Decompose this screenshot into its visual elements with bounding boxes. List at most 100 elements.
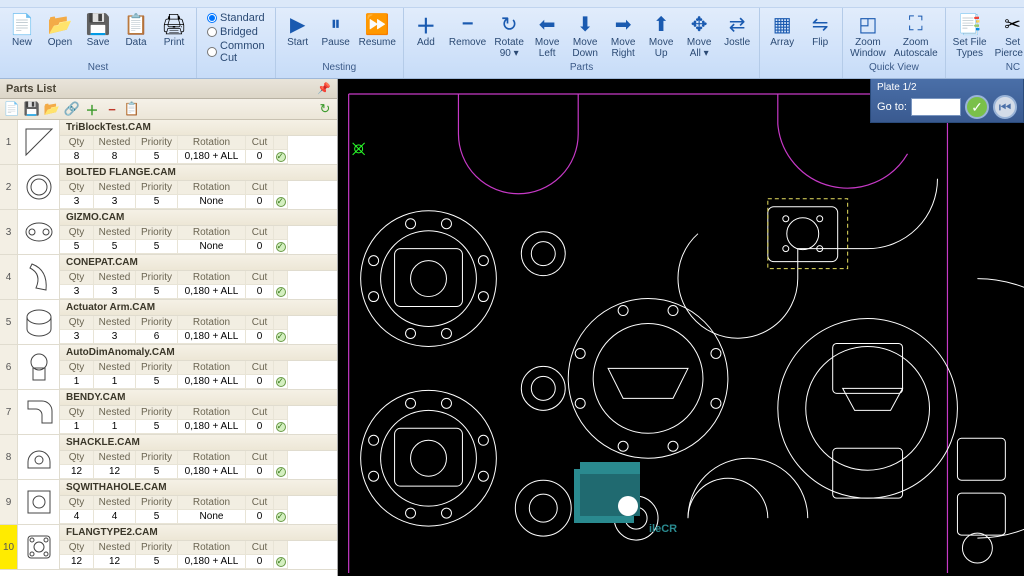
- workspace: Parts List 📌 📄 💾 📂 🔗 ＋ − 📋 ↻ 1TriBlockTe…: [0, 79, 1024, 576]
- parts-header: Parts List 📌: [0, 79, 337, 99]
- move-right-button[interactable]: ➡Move Right: [605, 10, 641, 61]
- filetypes-icon: 📑: [958, 12, 982, 36]
- svg-text:ileCR: ileCR: [649, 523, 677, 535]
- check-icon: [276, 242, 286, 252]
- goto-first-button[interactable]: ⏮: [993, 95, 1017, 119]
- part-thumb: [18, 525, 60, 569]
- parts-title: Parts List: [6, 83, 56, 95]
- minus-icon: −: [456, 12, 480, 36]
- part-row[interactable]: 10FLANGTYPE2.CAMQtyNestedPriorityRotatio…: [0, 525, 337, 570]
- part-thumb: [18, 435, 60, 479]
- pierce-icon: ✂: [1001, 12, 1024, 36]
- radio-bridged[interactable]: Bridged: [207, 26, 265, 38]
- pin-icon[interactable]: 📌: [317, 82, 331, 95]
- group-nesting: ▶Start ⏸Pause ⏩Resume Nesting: [276, 8, 404, 78]
- arrow-right-icon: ➡: [611, 12, 635, 36]
- save-button[interactable]: 💾Save: [80, 10, 116, 50]
- part-row[interactable]: 1TriBlockTest.CAMQtyNestedPriorityRotati…: [0, 120, 337, 165]
- part-row[interactable]: 7BENDY.CAMQtyNestedPriorityRotationCut11…: [0, 390, 337, 435]
- part-number: 7: [0, 390, 18, 434]
- canvas-area[interactable]: Plate 1/2 Go to: ✓ ⏮: [338, 79, 1024, 576]
- tb-refresh-icon[interactable]: ↻: [317, 101, 333, 117]
- arrow-up-icon: ⬆: [649, 12, 673, 36]
- tb-new-icon[interactable]: 📄: [4, 101, 20, 117]
- print-icon: 🖨: [162, 12, 186, 36]
- part-row[interactable]: 2BOLTED FLANGE.CAMQtyNestedPriorityRotat…: [0, 165, 337, 210]
- arrow-down-icon: ⬇: [573, 12, 597, 36]
- radio-standard[interactable]: Standard: [207, 12, 265, 24]
- tb-save-icon[interactable]: 💾: [24, 101, 40, 117]
- group-nesttype: Standard Bridged Common Cut: [197, 8, 276, 78]
- move-down-button[interactable]: ⬇Move Down: [567, 10, 603, 61]
- ribbon: 📄New 📂Open 💾Save 📋Data 🖨Print Nest Stand…: [0, 0, 1024, 79]
- part-name: SQWITHAHOLE.CAM: [60, 480, 337, 496]
- tb-open-icon[interactable]: 📂: [44, 101, 60, 117]
- pause-button[interactable]: ⏸Pause: [318, 10, 354, 50]
- tb-copy-icon[interactable]: 📋: [124, 101, 140, 117]
- pause-icon: ⏸: [324, 12, 348, 36]
- group-nest-label: Nest: [88, 62, 109, 76]
- zoom-window-icon: ◰: [856, 12, 880, 36]
- move-up-button[interactable]: ⬆Move Up: [643, 10, 679, 61]
- part-name: Actuator Arm.CAM: [60, 300, 337, 316]
- group-file: 📄New 📂Open 💾Save 📋Data 🖨Print Nest: [0, 8, 197, 78]
- group-nc: 📑Set File Types ✂Set Pierce ▾ 2↵Resequ N…: [946, 8, 1024, 78]
- ribbon-tabstrip: [0, 0, 1024, 8]
- set-file-types-button[interactable]: 📑Set File Types: [950, 10, 990, 61]
- array-button[interactable]: ▦Array: [764, 10, 800, 50]
- open-icon: 📂: [48, 12, 72, 36]
- new-button[interactable]: 📄New: [4, 10, 40, 50]
- part-number: 9: [0, 480, 18, 524]
- resume-icon: ⏩: [365, 12, 389, 36]
- open-button[interactable]: 📂Open: [42, 10, 78, 50]
- start-button[interactable]: ▶Start: [280, 10, 316, 50]
- flip-button[interactable]: ⇋Flip: [802, 10, 838, 50]
- resume-button[interactable]: ⏩Resume: [356, 10, 399, 50]
- part-row[interactable]: 3GIZMO.CAMQtyNestedPriorityRotationCut55…: [0, 210, 337, 255]
- part-thumb: [18, 210, 60, 254]
- group-arrayflip: ▦Array ⇋Flip: [760, 8, 843, 78]
- save-icon: 💾: [86, 12, 110, 36]
- play-icon: ▶: [286, 12, 310, 36]
- part-row[interactable]: 9SQWITHAHOLE.CAMQtyNestedPriorityRotatio…: [0, 480, 337, 525]
- goto-input[interactable]: [911, 98, 961, 116]
- set-pierce-button[interactable]: ✂Set Pierce ▾: [992, 10, 1024, 61]
- part-number: 5: [0, 300, 18, 344]
- check-icon: [276, 287, 286, 297]
- print-button[interactable]: 🖨Print: [156, 10, 192, 50]
- nest-type-radios: Standard Bridged Common Cut: [201, 10, 271, 66]
- add-button[interactable]: ＋Add: [408, 10, 444, 50]
- goto-ok-button[interactable]: ✓: [965, 95, 989, 119]
- remove-button[interactable]: −Remove: [446, 10, 489, 50]
- part-row[interactable]: 4CONEPAT.CAMQtyNestedPriorityRotationCut…: [0, 255, 337, 300]
- move-all-button[interactable]: ✥Move All ▾: [681, 10, 717, 61]
- rotate-button[interactable]: ↻Rotate 90 ▾: [491, 10, 527, 61]
- parts-list[interactable]: 1TriBlockTest.CAMQtyNestedPriorityRotati…: [0, 120, 337, 576]
- rotate-icon: ↻: [497, 12, 521, 36]
- arrow-left-icon: ⬅: [535, 12, 559, 36]
- part-name: AutoDimAnomaly.CAM: [60, 345, 337, 361]
- plus-icon: ＋: [414, 12, 438, 36]
- radio-common-cut[interactable]: Common Cut: [207, 40, 265, 64]
- check-icon: [276, 197, 286, 207]
- goto-label: Go to:: [877, 101, 907, 113]
- part-name: TriBlockTest.CAM: [60, 120, 337, 136]
- tb-add-icon[interactable]: ＋: [84, 101, 100, 117]
- tb-remove-icon[interactable]: −: [104, 101, 120, 117]
- check-icon: [276, 557, 286, 567]
- part-row[interactable]: 8SHACKLE.CAMQtyNestedPriorityRotationCut…: [0, 435, 337, 480]
- group-parts: ＋Add −Remove ↻Rotate 90 ▾ ⬅Move Left ⬇Mo…: [404, 8, 760, 78]
- jostle-icon: ⇄: [725, 12, 749, 36]
- data-button[interactable]: 📋Data: [118, 10, 154, 50]
- part-row[interactable]: 5Actuator Arm.CAMQtyNestedPriorityRotati…: [0, 300, 337, 345]
- zoom-autoscale-button[interactable]: ⛶Zoom Autoscale: [891, 10, 941, 61]
- check-icon: [276, 422, 286, 432]
- parts-toolbar: 📄 💾 📂 🔗 ＋ − 📋 ↻: [0, 99, 337, 120]
- part-thumb: [18, 165, 60, 209]
- jostle-button[interactable]: ⇄Jostle: [719, 10, 755, 50]
- flip-icon: ⇋: [808, 12, 832, 36]
- move-left-button[interactable]: ⬅Move Left: [529, 10, 565, 61]
- zoom-window-button[interactable]: ◰Zoom Window: [847, 10, 889, 61]
- tb-link-icon[interactable]: 🔗: [64, 101, 80, 117]
- part-row[interactable]: 6AutoDimAnomaly.CAMQtyNestedPriorityRota…: [0, 345, 337, 390]
